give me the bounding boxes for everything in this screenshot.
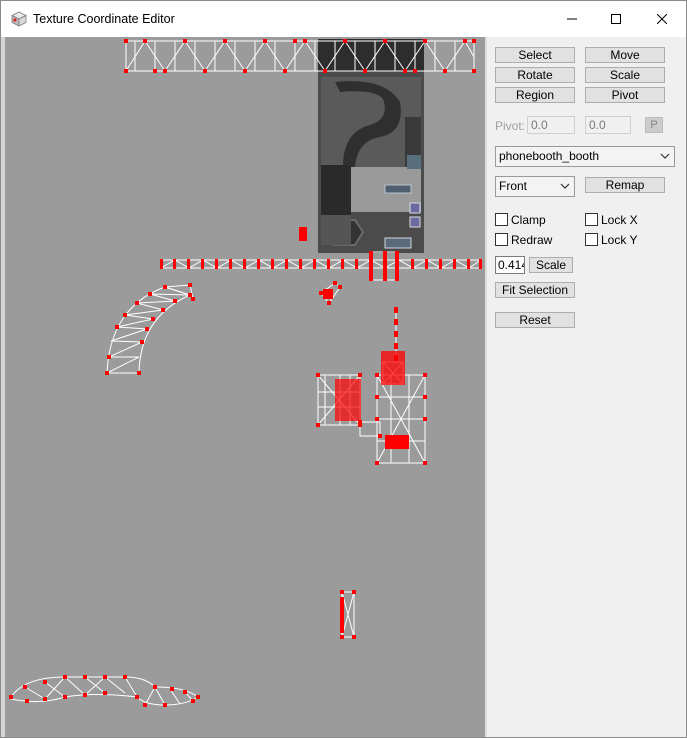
uv-canvas[interactable]: ✆ — [5, 37, 485, 738]
pivot-x-field[interactable]: 0.0 — [527, 116, 575, 134]
move-button[interactable]: Move — [585, 47, 665, 63]
redraw-checkbox[interactable] — [495, 233, 508, 246]
region-button[interactable]: Region — [495, 87, 575, 103]
redraw-label: Redraw — [511, 233, 553, 247]
remap-button[interactable]: Remap — [585, 177, 665, 193]
select-button[interactable]: Select — [495, 47, 575, 63]
lock-y-label: Lock Y — [601, 233, 638, 247]
uv-viewport[interactable]: ✆ — [5, 37, 485, 738]
pivot-label: Pivot: — [495, 119, 526, 133]
material-select[interactable]: phonebooth_booth — [495, 146, 675, 167]
pivot-y-field[interactable]: 0.0 — [585, 116, 631, 134]
window-title: Texture Coordinate Editor — [33, 12, 175, 26]
chevron-down-icon — [660, 153, 670, 159]
scale-value-input[interactable]: 0.414 — [495, 256, 525, 274]
lock-x-label: Lock X — [601, 213, 638, 227]
chevron-down-icon — [560, 183, 570, 189]
material-select-value: phonebooth_booth — [499, 149, 600, 163]
close-button[interactable] — [639, 1, 685, 37]
reset-button[interactable]: Reset — [495, 312, 575, 328]
tool-panel: Select Move Rotate Scale Region Pivot Pi… — [487, 37, 686, 737]
scale-tool-button[interactable]: Scale — [585, 67, 665, 83]
minimize-icon — [567, 18, 577, 20]
fit-selection-button[interactable]: Fit Selection — [495, 282, 575, 298]
maximize-button[interactable] — [593, 1, 639, 37]
lock-y-checkbox[interactable] — [585, 233, 598, 246]
cube-app-icon — [11, 11, 27, 27]
texture-coordinate-editor-window: Texture Coordinate Editor Select Move Ro… — [0, 0, 687, 738]
pivot-button[interactable]: Pivot — [585, 87, 665, 103]
clamp-label: Clamp — [511, 213, 546, 227]
title-bar[interactable]: Texture Coordinate Editor — [1, 1, 686, 37]
scale-apply-button[interactable]: Scale — [529, 257, 573, 273]
maximize-icon — [611, 14, 621, 24]
view-select[interactable]: Front — [495, 176, 575, 197]
clamp-checkbox[interactable] — [495, 213, 508, 226]
rotate-button[interactable]: Rotate — [495, 67, 575, 83]
lock-x-checkbox[interactable] — [585, 213, 598, 226]
close-icon — [657, 14, 667, 24]
pivot-p-button[interactable]: P — [645, 117, 663, 133]
minimize-button[interactable] — [549, 1, 595, 37]
view-select-value: Front — [499, 179, 528, 193]
